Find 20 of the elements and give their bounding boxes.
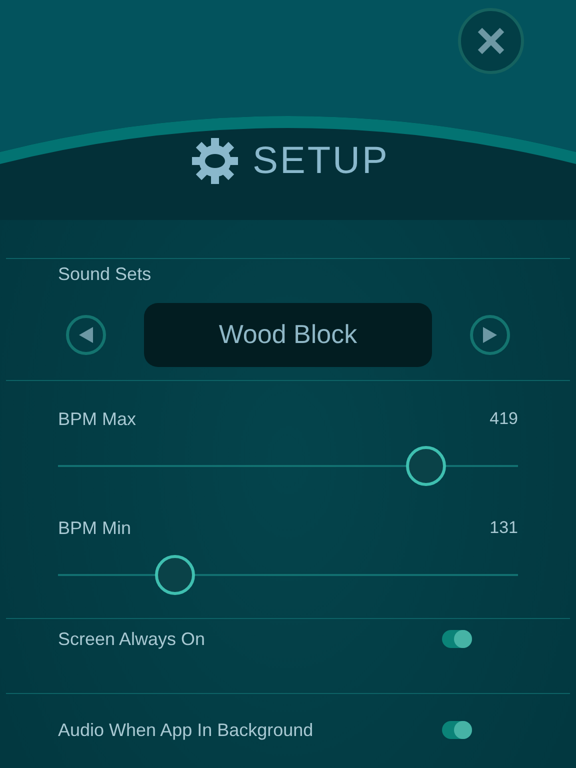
slider-reading: 131 [490, 518, 518, 538]
slider-label: BPM Max [58, 408, 136, 430]
sound-sets-label: Sound Sets [58, 264, 152, 285]
slider-reading: 419 [490, 409, 518, 430]
slider[interactable] [58, 554, 518, 595]
right-triangle-icon [483, 326, 497, 343]
slider-thumb[interactable] [406, 446, 446, 486]
slider-label: BPM Min [58, 518, 132, 539]
slider-thumb[interactable] [154, 554, 195, 595]
left-triangle-icon [79, 326, 93, 343]
next-button[interactable] [470, 314, 510, 355]
setup-title: SETUP [252, 140, 390, 182]
toggle-switch[interactable] [442, 630, 472, 648]
toggle-switch[interactable] [442, 721, 472, 740]
sound-set-value: Wood Block [144, 302, 432, 367]
slider[interactable] [58, 446, 518, 486]
previous-button[interactable] [66, 314, 106, 355]
toggle-label: Audio When App In Background [58, 720, 314, 741]
toggle-label: Screen Always On [58, 628, 206, 650]
close-icon [476, 26, 506, 56]
